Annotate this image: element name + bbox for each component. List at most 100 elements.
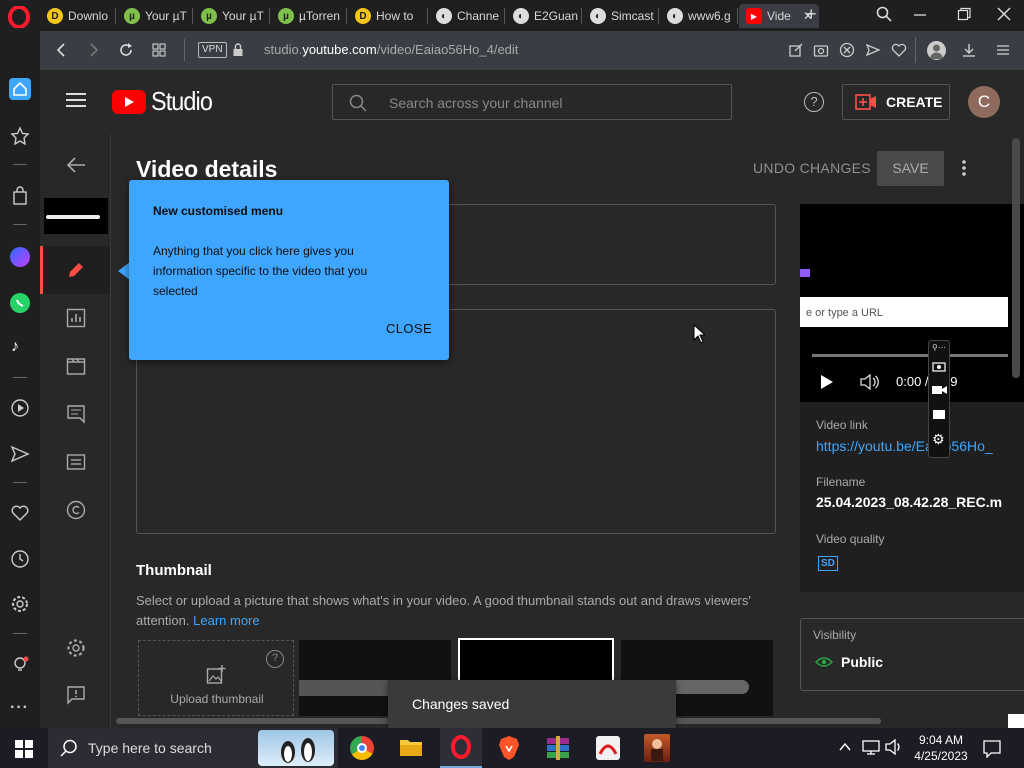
speed-dial-icon[interactable]	[151, 42, 167, 58]
show-hidden-icons-chevron-icon[interactable]	[838, 740, 852, 754]
brave-browser-icon[interactable]	[498, 736, 520, 760]
restore-icon[interactable]	[956, 6, 972, 22]
tab-search-icon[interactable]	[876, 6, 892, 22]
undo-changes-button[interactable]: UNDO CHANGES	[753, 160, 871, 176]
browser-tab[interactable]: µ Your µT	[117, 4, 192, 28]
tab-separator	[581, 8, 582, 24]
create-button[interactable]: CREATE	[842, 84, 950, 120]
messenger-icon[interactable]	[10, 247, 30, 267]
game-app-icon[interactable]	[644, 734, 670, 762]
whatsapp-icon[interactable]	[10, 293, 30, 313]
player-icon[interactable]	[10, 398, 30, 418]
file-explorer-icon[interactable]	[399, 737, 423, 757]
acrobat-reader-icon[interactable]	[596, 736, 620, 760]
capture-video-icon[interactable]	[932, 384, 948, 396]
feedback-icon[interactable]	[66, 685, 86, 705]
send-icon[interactable]	[10, 444, 30, 464]
opera-logo-icon[interactable]	[8, 6, 30, 28]
heart-icon[interactable]	[10, 503, 30, 523]
volume-icon[interactable]	[860, 373, 880, 391]
forward-icon[interactable]	[86, 42, 102, 58]
profile-icon[interactable]	[927, 41, 946, 60]
browser-tab[interactable]: µ µTorren	[271, 4, 346, 28]
browser-tab[interactable]: ◐ www6.g	[660, 4, 737, 28]
nav-item-details[interactable]	[40, 246, 110, 294]
browser-tab[interactable]: D How to	[348, 4, 427, 28]
capture-camera-icon[interactable]	[932, 360, 946, 372]
browser-tab[interactable]: ◐ Simcast	[583, 4, 658, 28]
studio-header: Studio Search across your channel ? CREA…	[40, 70, 1024, 134]
reload-icon[interactable]	[118, 42, 134, 58]
video-player[interactable]: e or type a URL 0:00 / 0:09	[800, 204, 1024, 402]
progress-bar[interactable]	[812, 354, 1008, 357]
winrar-icon[interactable]	[546, 736, 570, 760]
notifications-icon[interactable]	[983, 740, 1001, 758]
taskbar-search-box[interactable]: Type here to search	[48, 728, 338, 768]
studio-wordmark[interactable]: Studio	[151, 86, 213, 117]
thumbnail-description: Select or upload a picture that shows wh…	[136, 591, 766, 631]
subtitles-icon[interactable]	[66, 452, 86, 472]
vertical-scrollbar[interactable]	[1012, 138, 1020, 378]
home-icon[interactable]	[9, 78, 31, 100]
history-clock-icon[interactable]	[10, 549, 30, 569]
save-button[interactable]: SAVE	[877, 151, 944, 186]
edit-share-icon[interactable]	[788, 42, 804, 58]
windows-start-icon[interactable]	[15, 740, 33, 758]
minimize-icon[interactable]	[912, 6, 928, 22]
settings-gear-icon[interactable]	[10, 594, 30, 614]
browser-tab[interactable]: µ Your µT	[194, 4, 269, 28]
download-icon[interactable]	[961, 42, 977, 58]
taskbar-clock[interactable]: 9:04 AM 4/25/2023	[906, 732, 976, 764]
player-artifact	[800, 269, 810, 277]
network-icon[interactable]	[862, 739, 880, 755]
vpn-badge[interactable]: VPN	[198, 42, 227, 58]
url-text[interactable]: studio.youtube.com/video/Eaiao56Ho_4/edi…	[264, 42, 518, 57]
video-link[interactable]: https://youtu.be/Eaiao56Ho_	[816, 438, 993, 454]
lightbulb-icon[interactable]	[10, 655, 30, 675]
toolbar-dots-icon[interactable]: ⚲⋯	[932, 343, 946, 352]
browser-tab[interactable]: ◐ E2Guan	[506, 4, 581, 28]
help-icon[interactable]: ?	[804, 92, 824, 112]
video-thumbnail-mini[interactable]	[44, 198, 108, 234]
copyright-icon[interactable]	[66, 500, 86, 520]
snapshot-camera-icon[interactable]	[813, 42, 829, 58]
editor-clapper-icon[interactable]	[66, 356, 86, 376]
play-icon[interactable]	[820, 374, 834, 390]
easy-setup-icon[interactable]	[995, 42, 1011, 58]
browser-tab[interactable]: D Downlo	[40, 4, 115, 28]
speaker-icon[interactable]	[885, 739, 903, 755]
comments-icon[interactable]	[66, 404, 86, 424]
thumbnail-help-icon[interactable]: ?	[266, 650, 284, 668]
tab-favicon-icon: ◐	[667, 8, 683, 24]
capture-settings-icon[interactable]: ⚙	[932, 432, 945, 446]
send-flow-icon[interactable]	[865, 42, 881, 58]
hamburger-menu-icon[interactable]	[66, 92, 86, 108]
youtube-logo-icon[interactable]	[112, 90, 146, 114]
analytics-icon[interactable]	[66, 308, 86, 328]
chrome-app-icon[interactable]	[350, 736, 374, 760]
bookmarks-icon[interactable]	[10, 126, 30, 146]
learn-more-link[interactable]: Learn more	[193, 613, 259, 628]
back-icon[interactable]	[53, 42, 69, 58]
account-avatar[interactable]: C	[968, 86, 1000, 118]
tab-label: How to	[376, 9, 414, 23]
new-tab-icon[interactable]: +	[806, 5, 822, 23]
more-options-icon[interactable]	[962, 160, 966, 176]
more-dots-icon[interactable]: ···	[10, 699, 29, 717]
channel-search-box[interactable]: Search across your channel	[332, 84, 732, 120]
capture-window-icon[interactable]	[932, 408, 946, 420]
settings-icon[interactable]	[66, 638, 86, 658]
back-arrow-icon[interactable]	[66, 156, 86, 174]
tab-label: µTorren	[299, 9, 340, 23]
browser-tab[interactable]: ◐ Channe	[429, 4, 504, 28]
opera-taskbar-button[interactable]	[440, 728, 482, 768]
visibility-card[interactable]: Visibility Public	[800, 618, 1024, 691]
tiktok-icon[interactable]: ♪	[11, 338, 19, 356]
favorite-heart-icon[interactable]	[891, 42, 907, 58]
upload-thumbnail-button[interactable]: ? Upload thumbnail	[138, 640, 294, 716]
window-close-icon[interactable]	[996, 6, 1012, 22]
tooltip-close-button[interactable]: CLOSE	[386, 321, 432, 336]
shopping-bag-icon[interactable]	[10, 186, 30, 206]
lock-icon[interactable]	[232, 42, 244, 58]
adblock-icon[interactable]	[839, 42, 855, 58]
